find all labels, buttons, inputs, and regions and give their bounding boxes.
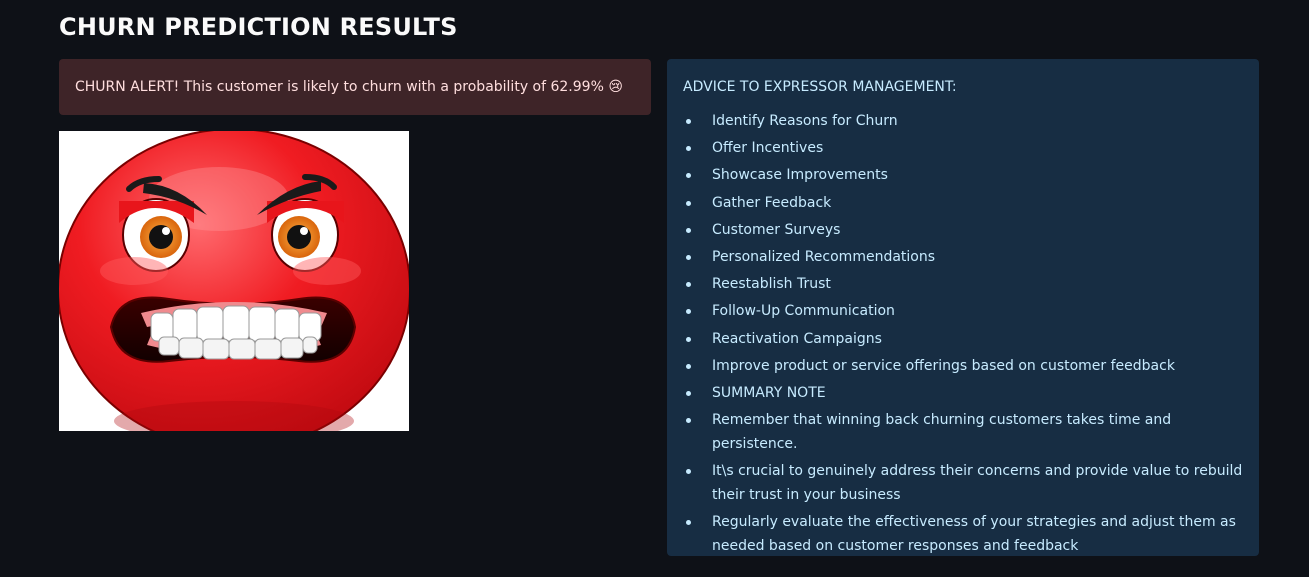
advice-item: It\s crucial to genuinely address their … [683, 459, 1243, 507]
advice-item: Customer Surveys [683, 218, 1243, 242]
angry-face-icon [59, 131, 409, 431]
advice-heading: ADVICE TO EXPRESSOR MANAGEMENT: [683, 79, 957, 95]
advice-item: Improve product or service offerings bas… [683, 354, 1243, 378]
advice-item: Gather Feedback [683, 191, 1243, 215]
advice-item: Reestablish Trust [683, 272, 1243, 296]
advice-item: Follow-Up Communication [683, 299, 1243, 323]
results-page: CHURN PREDICTION RESULTS CHURN ALERT! Th… [0, 0, 1309, 577]
page-title: CHURN PREDICTION RESULTS [59, 13, 458, 41]
advice-item: Reactivation Campaigns [683, 327, 1243, 351]
advice-item-summary-note: SUMMARY NOTE [683, 381, 1243, 405]
advice-item: Identify Reasons for Churn [683, 109, 1243, 133]
advice-item: Offer Incentives [683, 136, 1243, 160]
advice-panel: ADVICE TO EXPRESSOR MANAGEMENT: Identify… [667, 59, 1259, 556]
churn-alert-box: CHURN ALERT! This customer is likely to … [59, 59, 651, 115]
churn-alert-text: CHURN ALERT! This customer is likely to … [75, 79, 623, 95]
advice-item: Remember that winning back churning cust… [683, 408, 1243, 456]
angry-face-image [59, 131, 409, 431]
advice-item: Personalized Recommendations [683, 245, 1243, 269]
advice-item: Regularly evaluate the effectiveness of … [683, 510, 1243, 558]
advice-list: Identify Reasons for Churn Offer Incenti… [683, 109, 1243, 558]
advice-item: Showcase Improvements [683, 163, 1243, 187]
